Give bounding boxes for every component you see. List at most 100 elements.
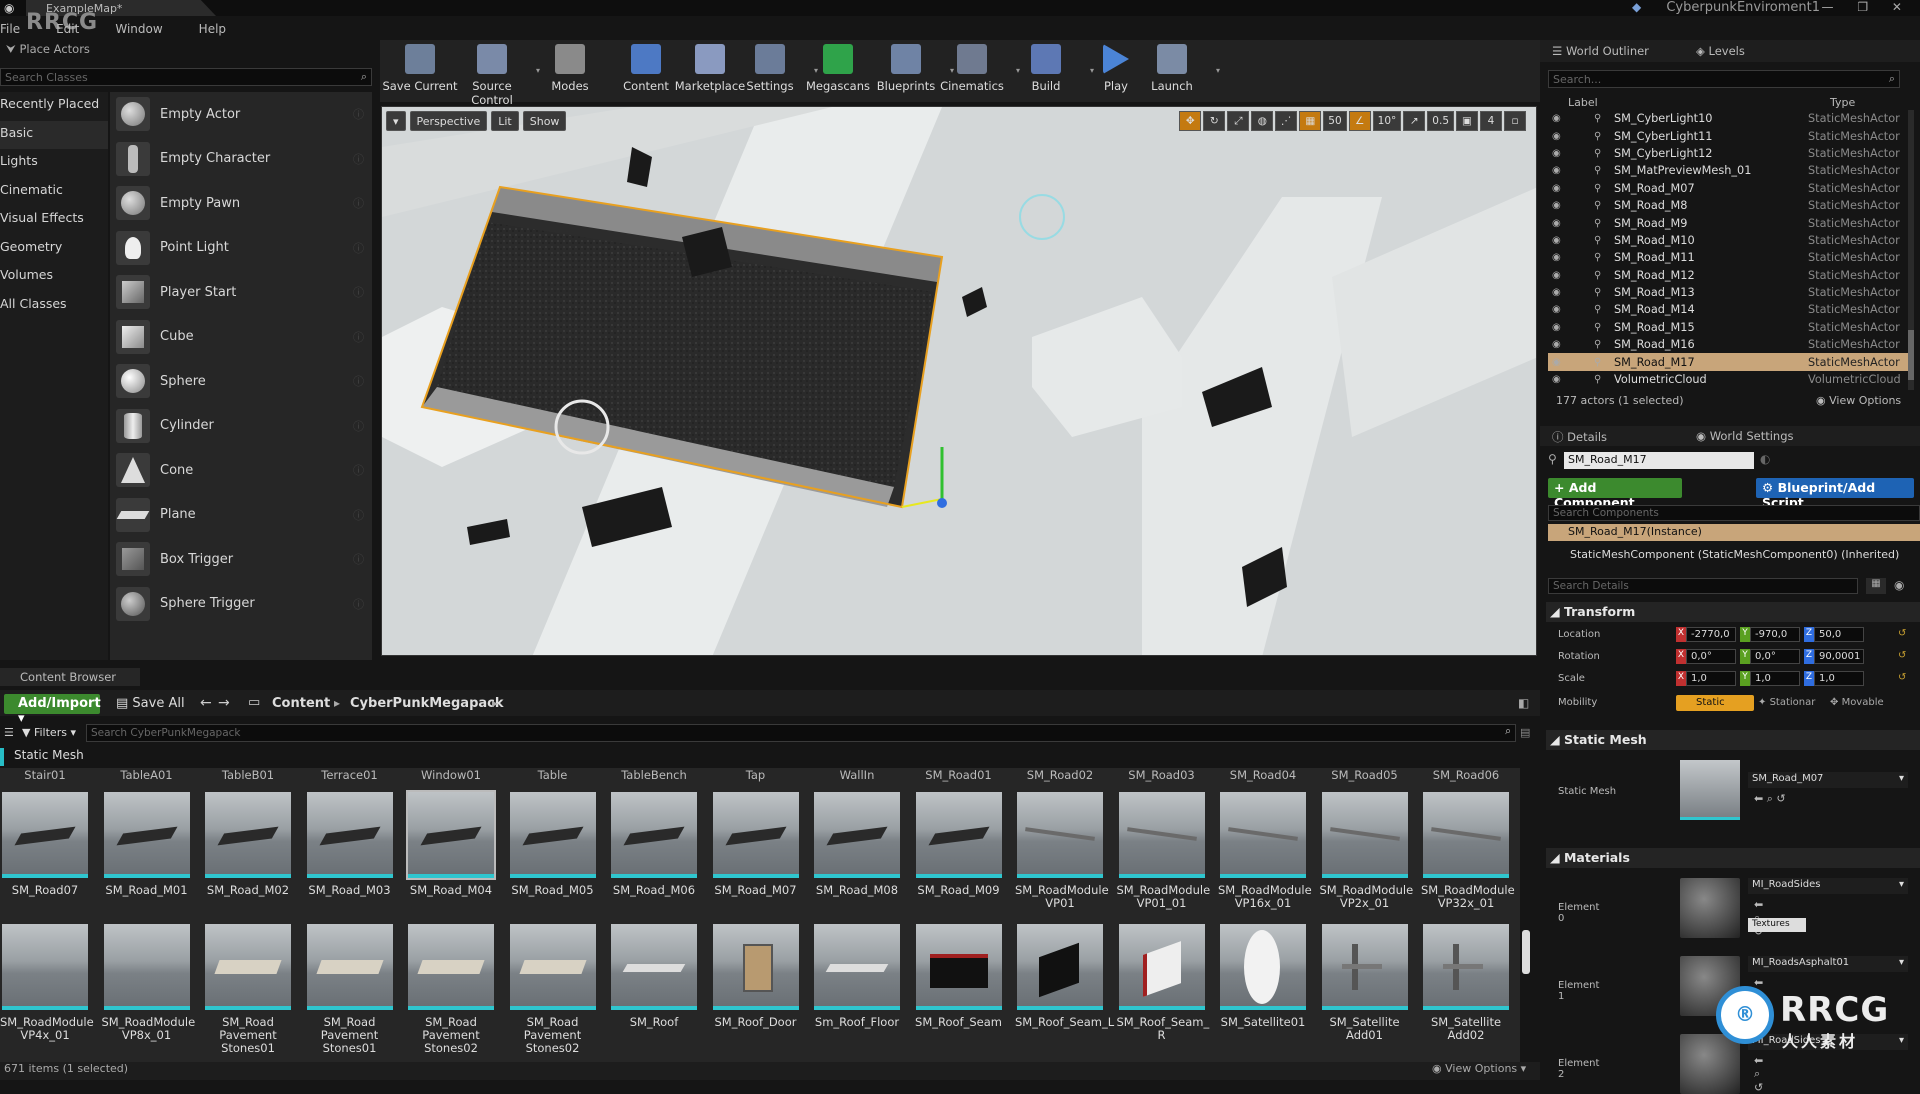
visibility-eye-icon[interactable]: ◉ bbox=[1552, 183, 1566, 194]
visibility-eye-icon[interactable]: ◉ bbox=[1552, 304, 1566, 315]
rotation-label[interactable]: Rotation bbox=[1558, 651, 1600, 662]
content-browser-tab[interactable]: Content Browser bbox=[0, 668, 140, 686]
outliner-row[interactable]: ◉ ⚲ SM_Road_M9 StaticMeshActor bbox=[1548, 214, 1908, 231]
material-dropdown[interactable]: MI_RoadsAsphalt01 ▾ bbox=[1748, 956, 1908, 972]
outliner-row[interactable]: ◉ ⚲ SM_Road_M16 StaticMeshActor bbox=[1548, 336, 1908, 353]
add-import-button[interactable]: Add/Import ▾ bbox=[4, 694, 101, 726]
visibility-eye-icon[interactable]: ◉ bbox=[1552, 339, 1566, 350]
asset-tile[interactable]: TableBench SM_Road_M06 bbox=[609, 768, 699, 897]
toolbar-save-current-button[interactable]: Save Current bbox=[380, 44, 460, 93]
rotate-mode-icon[interactable]: ↻ bbox=[1203, 111, 1226, 131]
outliner-row[interactable]: ◉ ⚲ SM_Road_M07 StaticMeshActor bbox=[1548, 180, 1908, 197]
world-space-icon[interactable]: ◍ bbox=[1251, 111, 1274, 131]
path-content[interactable]: Content bbox=[272, 696, 330, 711]
material-thumbnail[interactable] bbox=[1680, 878, 1740, 938]
sources-toggle-icon[interactable]: ☰ bbox=[4, 726, 14, 739]
actor-item-empty-actor[interactable]: Empty Actor ⓘ bbox=[110, 92, 372, 137]
rotation-y-field[interactable]: 0,0° bbox=[1750, 649, 1800, 664]
visibility-eye-icon[interactable]: ◉ bbox=[1552, 113, 1566, 124]
static-mesh-dropdown[interactable]: SM_Road_M07 ▾ bbox=[1748, 772, 1908, 788]
grid-snap-value[interactable]: 50 bbox=[1323, 111, 1347, 131]
asset-tile[interactable]: Sm_Roof_Floor bbox=[812, 924, 902, 1029]
category-recently-placed[interactable]: Recently Placed bbox=[0, 92, 108, 121]
lit-button[interactable]: Lit bbox=[491, 111, 519, 131]
info-icon[interactable]: ⓘ bbox=[353, 240, 364, 256]
outliner-row[interactable]: ◉ ⚲ SM_CyberLight10 StaticMeshActor bbox=[1548, 110, 1908, 127]
actor-item-cube[interactable]: Cube ⓘ bbox=[110, 315, 372, 360]
viewport-options-button[interactable]: ▾ bbox=[386, 111, 406, 131]
outliner-row[interactable]: ◉ ⚲ SM_Road_M11 StaticMeshActor bbox=[1548, 249, 1908, 266]
content-view-options[interactable]: ◉ View Options ▾ bbox=[1432, 1062, 1526, 1075]
visibility-eye-icon[interactable]: ◉ bbox=[1552, 287, 1566, 298]
lock-path-icon[interactable]: ◧ bbox=[1518, 696, 1529, 710]
location-y-field[interactable]: -970,0 bbox=[1750, 627, 1800, 642]
grid-snap-icon[interactable]: ▦ bbox=[1299, 111, 1322, 131]
asset-tile[interactable]: Tap SM_Road_M07 bbox=[711, 768, 801, 897]
outliner-row[interactable]: ◉ ⚲ SM_CyberLight12 StaticMeshActor bbox=[1548, 145, 1908, 162]
component-instance-row[interactable]: SM_Road_M17(Instance) bbox=[1548, 524, 1920, 541]
actor-item-sphere-trigger[interactable]: Sphere Trigger ⓘ bbox=[110, 582, 372, 627]
actor-item-point-light[interactable]: Point Light ⓘ bbox=[110, 226, 372, 271]
chevron-down-icon[interactable]: ▾ bbox=[1216, 66, 1220, 75]
materials-section[interactable]: ◢ Materials bbox=[1546, 848, 1920, 868]
static-mesh-component-row[interactable]: StaticMeshComponent (StaticMeshComponent… bbox=[1548, 548, 1920, 561]
level-viewport[interactable]: ▾ Perspective Lit Show ✥ ↻ ⤢ ◍ ⋰ ▦ 50 ∠ … bbox=[381, 106, 1537, 656]
asset-tile[interactable]: SM_Roof_Door bbox=[711, 924, 801, 1029]
visibility-eye-icon[interactable]: ◉ bbox=[1552, 165, 1566, 176]
asset-tile[interactable]: SM_Road Pavement Stones01 bbox=[305, 924, 395, 1055]
filters-button[interactable]: ▼ Filters ▾ bbox=[22, 726, 76, 739]
info-icon[interactable]: ⓘ bbox=[353, 284, 364, 300]
asset-tile[interactable]: SM_Road04 SM_RoadModule VP16x_01 bbox=[1218, 768, 1312, 910]
filter-chip-static-mesh[interactable]: Static Mesh bbox=[0, 748, 1540, 766]
toolbar-build-button[interactable]: Build ▾ bbox=[1006, 44, 1094, 93]
outliner-row[interactable]: ◉ ⚲ SM_Road_M15 StaticMeshActor bbox=[1548, 319, 1908, 336]
info-icon[interactable]: ⓘ bbox=[353, 596, 364, 612]
camera-speed-value[interactable]: 4 bbox=[1480, 111, 1502, 131]
maximize-viewport-icon[interactable]: ▫ bbox=[1504, 111, 1526, 131]
window-controls[interactable]: — ❐ ✕ bbox=[1822, 0, 1912, 14]
asset-tile[interactable]: SM_Road06 SM_RoadModule VP32x_01 bbox=[1421, 768, 1515, 910]
outliner-view-options[interactable]: ◉ View Options bbox=[1816, 394, 1901, 407]
reset-to-default-icon[interactable]: ↺ bbox=[1898, 650, 1906, 661]
reset-to-default-icon[interactable]: ↺ bbox=[1898, 628, 1906, 639]
category-visual-effects[interactable]: Visual Effects bbox=[0, 206, 108, 235]
search-details-input[interactable]: Search Details bbox=[1548, 578, 1858, 594]
asset-tile[interactable]: Terrace01 SM_Road_M03 bbox=[305, 768, 395, 897]
asset-tile[interactable]: SM_Road05 SM_RoadModule VP2x_01 bbox=[1320, 768, 1414, 910]
property-matrix-icon[interactable]: ▦ bbox=[1866, 578, 1886, 594]
location-label[interactable]: Location bbox=[1558, 629, 1600, 640]
menu-window[interactable]: Window bbox=[115, 22, 162, 36]
show-button[interactable]: Show bbox=[522, 111, 567, 131]
toolbar-cinematics-button[interactable]: Cinematics ▾ bbox=[932, 44, 1020, 93]
asset-tile[interactable]: SM_Satellite01 bbox=[1218, 924, 1308, 1029]
outliner-scrollbar[interactable] bbox=[1908, 110, 1914, 390]
info-icon[interactable]: ⓘ bbox=[353, 373, 364, 389]
col-label-header[interactable]: Label bbox=[1568, 96, 1598, 109]
save-all-button[interactable]: ▤ Save All bbox=[116, 696, 185, 711]
visibility-eye-icon[interactable]: ◉ bbox=[1552, 374, 1566, 385]
col-type-header[interactable]: Type bbox=[1830, 96, 1855, 109]
asset-tile[interactable]: SM_RoadModule VP8x_01 bbox=[102, 924, 195, 1042]
outliner-row[interactable]: ◉ ⚲ SM_Road_M17 StaticMeshActor bbox=[1548, 353, 1908, 371]
actor-item-cylinder[interactable]: Cylinder ⓘ bbox=[110, 404, 372, 449]
toolbar-modes-button[interactable]: Modes bbox=[530, 44, 610, 93]
place-actors-tab[interactable]: ⮟ Place Actors bbox=[0, 42, 380, 62]
content-scrollbar[interactable] bbox=[1522, 930, 1530, 974]
asset-tile[interactable]: Window01 SM_Road_M04 bbox=[406, 768, 496, 897]
static-mesh-section[interactable]: ◢ Static Mesh bbox=[1546, 730, 1920, 750]
outliner-row[interactable]: ◉ ⚲ SM_Road_M12 StaticMeshActor bbox=[1548, 267, 1908, 284]
tab-levels[interactable]: ◈ Levels bbox=[1696, 44, 1745, 58]
reset-to-default-icon[interactable]: ↺ bbox=[1898, 672, 1906, 683]
scale-label[interactable]: Scale bbox=[1558, 673, 1585, 684]
location-z-field[interactable]: 50,0 bbox=[1814, 627, 1864, 642]
scale-y-field[interactable]: 1,0 bbox=[1750, 671, 1800, 686]
asset-tile[interactable]: SM_Road01 SM_Road_M09 bbox=[914, 768, 1004, 897]
scale-snap-icon[interactable]: ↗ bbox=[1403, 111, 1426, 131]
asset-tile[interactable]: SM_Road02 SM_RoadModule VP01 bbox=[1015, 768, 1109, 910]
path-cyberpunk[interactable]: CyberPunkMegapack bbox=[350, 696, 504, 711]
tab-world-settings[interactable]: ◉ World Settings bbox=[1696, 429, 1793, 443]
outliner-search-input[interactable]: Search... ⌕ bbox=[1548, 70, 1900, 88]
visibility-eye-icon[interactable]: ◉ bbox=[1552, 252, 1566, 263]
actor-item-player-start[interactable]: Player Start ⓘ bbox=[110, 270, 372, 315]
actor-item-box-trigger[interactable]: Box Trigger ⓘ bbox=[110, 537, 372, 582]
